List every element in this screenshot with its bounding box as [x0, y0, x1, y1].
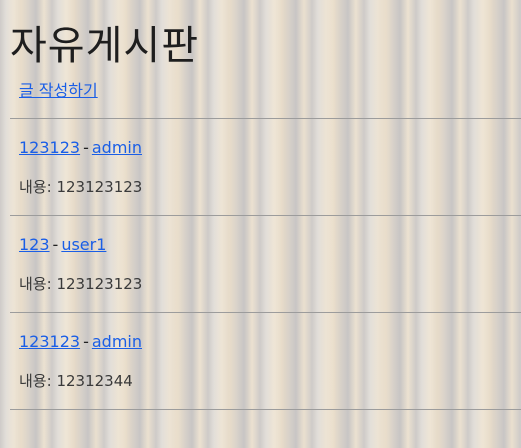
board-page: 자유게시판 글 작성하기 123123- admin 내용: 123123123 …: [0, 0, 521, 448]
post-item: 123123- admin 내용: 123123123: [10, 118, 521, 215]
post-item: 123- user1 내용: 123123123: [10, 215, 521, 312]
post-author-link[interactable]: admin: [92, 332, 142, 351]
post-content-text: 123123123: [56, 275, 143, 293]
page-title: 자유게시판: [10, 23, 199, 69]
post-separator: -: [83, 138, 89, 157]
post-content-prefix: 내용:: [19, 275, 52, 293]
post-separator: -: [52, 235, 59, 254]
post-header: 123123- admin: [19, 331, 142, 353]
post-content-text: 123123123: [56, 178, 143, 196]
post-content-text: 12312344: [56, 372, 133, 390]
post-author-link[interactable]: admin: [92, 138, 142, 157]
post-content: 내용: 123123123: [19, 274, 142, 294]
post-content: 내용: 123123123: [19, 177, 142, 197]
post-author-link[interactable]: user1: [61, 235, 106, 254]
post-title-link[interactable]: 123123: [19, 138, 80, 157]
post-item: 123123- admin 내용: 12312344: [10, 312, 521, 410]
post-list: 123123- admin 내용: 123123123 123- user1 내용:…: [10, 118, 521, 410]
post-header: 123- user1: [19, 234, 106, 256]
post-title-link[interactable]: 123: [19, 235, 50, 254]
post-separator: -: [83, 332, 89, 351]
post-content-prefix: 내용:: [19, 178, 52, 196]
post-content: 내용: 12312344: [19, 371, 133, 391]
post-title-link[interactable]: 123123: [19, 332, 80, 351]
write-post-link[interactable]: 글 작성하기: [19, 80, 98, 102]
post-content-prefix: 내용:: [19, 372, 52, 390]
post-header: 123123- admin: [19, 137, 142, 159]
